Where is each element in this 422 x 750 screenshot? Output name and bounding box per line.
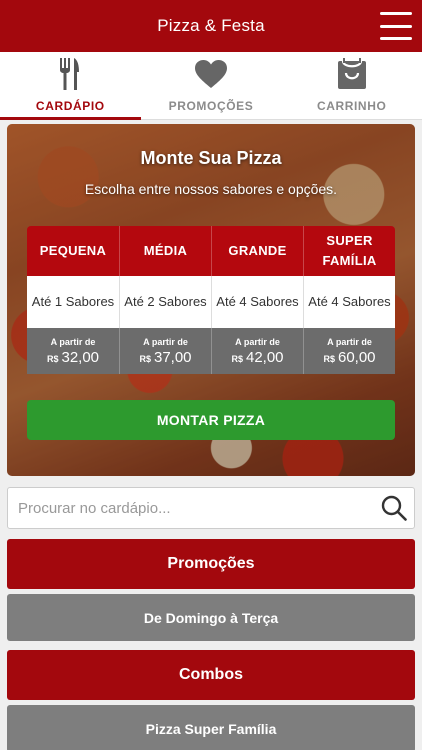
tab-label: PROMOÇÕES xyxy=(168,99,254,113)
price-value: 32,00 xyxy=(61,348,100,366)
currency: R$ xyxy=(231,353,243,364)
price-value: 42,00 xyxy=(245,348,284,366)
size-flavors: Até 2 Sabores xyxy=(119,276,211,328)
price-from-label: A partir de xyxy=(143,336,188,347)
price-value: 37,00 xyxy=(153,348,192,366)
hero-subtitle: Escolha entre nossos sabores e opções. xyxy=(84,181,338,197)
price-amount: R$ 42,00 xyxy=(231,349,283,366)
heart-icon xyxy=(194,57,228,91)
price-amount: R$ 37,00 xyxy=(139,349,191,366)
tab-carrinho[interactable]: CARRINHO xyxy=(281,52,422,119)
header-bar: Pizza & Festa xyxy=(0,0,422,52)
size-flavors: Até 4 Sabores xyxy=(211,276,303,328)
currency: R$ xyxy=(46,353,59,364)
fork-knife-icon xyxy=(59,57,81,91)
currency: R$ xyxy=(323,353,335,364)
size-name: GRANDE xyxy=(211,226,303,276)
size-option-media[interactable]: MÉDIA Até 2 Sabores A partir de R$ 37,00 xyxy=(119,226,211,374)
size-price: A partir de R$ 42,00 xyxy=(211,328,303,374)
shopping-bag-icon xyxy=(337,57,367,91)
tab-label: CARDÁPIO xyxy=(35,99,105,113)
tab-promocoes[interactable]: PROMOÇÕES xyxy=(141,52,282,119)
price-value: 60,00 xyxy=(337,348,376,366)
size-option-super-familia[interactable]: SUPER FAMÍLIA Até 4 Sabores A partir de … xyxy=(303,226,395,374)
app-title: Pizza & Festa xyxy=(157,16,265,35)
size-name: PEQUENA xyxy=(27,226,119,276)
app-screen: Pizza & Festa CARDÁPIO PROMOÇÕES CARRINH… xyxy=(0,0,422,750)
flavors-text: Até 4 Sabores xyxy=(308,294,391,309)
size-option-grande[interactable]: GRANDE Até 4 Sabores A partir de R$ 42,00 xyxy=(211,226,303,374)
size-flavors: Até 4 Sabores xyxy=(303,276,395,328)
size-option-pequena[interactable]: PEQUENA Até 1 Sabores A partir de R$ 32,0… xyxy=(27,226,119,374)
flavors-text: Até 2 Sabores xyxy=(124,294,207,309)
category-super-familia[interactable]: Pizza Super Família xyxy=(7,705,415,750)
menu-search-bar xyxy=(7,487,415,529)
flavors-text: Até 1 Sabores xyxy=(31,294,115,309)
price-from-label: A partir de xyxy=(50,336,96,347)
category-promocoes[interactable]: Promoções xyxy=(7,539,415,589)
build-pizza-button[interactable]: MONTAR PIZZA xyxy=(27,400,395,440)
search-input[interactable] xyxy=(8,488,374,528)
size-table: PEQUENA Até 1 Sabores A partir de R$ 32,0… xyxy=(27,226,395,374)
size-name: MÉDIA xyxy=(119,226,211,276)
category-combos[interactable]: Combos xyxy=(7,650,415,700)
size-flavors: Até 1 Sabores xyxy=(27,276,119,328)
tab-cardapio[interactable]: CARDÁPIO xyxy=(0,52,141,120)
tab-label: CARRINHO xyxy=(316,99,387,113)
build-pizza-panel: Monte Sua Pizza Escolha entre nossos sab… xyxy=(7,124,415,476)
currency: R$ xyxy=(139,353,151,364)
hamburger-icon[interactable] xyxy=(380,12,412,40)
size-price: A partir de R$ 32,00 xyxy=(27,328,119,374)
price-from-label: A partir de xyxy=(235,336,280,347)
flavors-text: Até 4 Sabores xyxy=(216,294,299,309)
size-name: SUPER FAMÍLIA xyxy=(303,226,395,276)
tab-bar: CARDÁPIO PROMOÇÕES CARRINHO xyxy=(0,52,422,120)
price-amount: R$ 32,00 xyxy=(47,349,99,366)
size-price: A partir de R$ 60,00 xyxy=(303,328,395,374)
size-price: A partir de R$ 37,00 xyxy=(119,328,211,374)
hero-title: Monte Sua Pizza xyxy=(140,148,282,168)
price-from-label: A partir de xyxy=(327,336,372,347)
search-icon[interactable] xyxy=(374,495,414,521)
price-amount: R$ 60,00 xyxy=(323,349,375,366)
category-domingo-terca[interactable]: De Domingo à Terça xyxy=(7,594,415,641)
